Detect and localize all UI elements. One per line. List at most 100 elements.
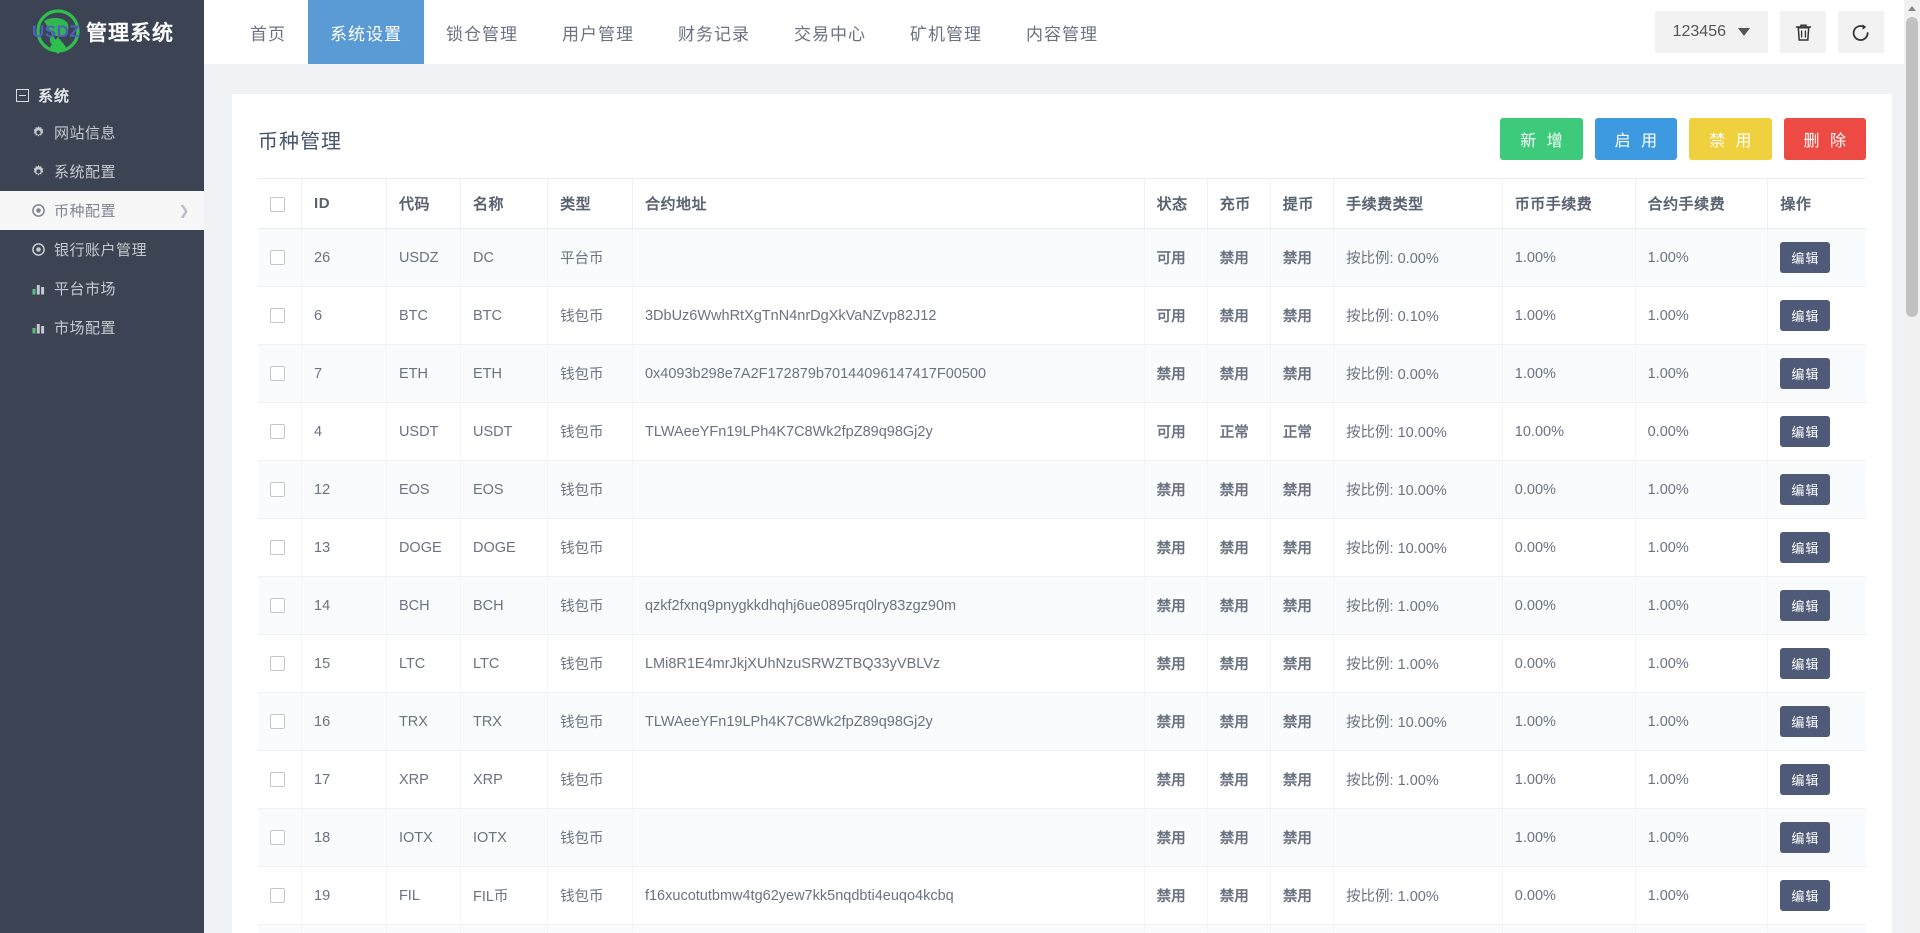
column-header-deposit[interactable]: 充币 [1207, 178, 1271, 229]
edit-button[interactable]: 编辑 [1780, 358, 1831, 389]
column-header-fee-type[interactable]: 手续费类型 [1333, 178, 1503, 229]
nav-item-user-management[interactable]: 用户管理 [540, 0, 656, 64]
nav-item-lock-management[interactable]: 锁仓管理 [424, 0, 540, 64]
cell-addr [632, 750, 1145, 809]
nav-item-content-management[interactable]: 内容管理 [1004, 0, 1120, 64]
table-row[interactable]: 12 EOS EOS 钱包币 禁用 禁用 禁用 按比例: 10.00% 0.00% 1.00% 编辑 [258, 460, 1866, 519]
cell-kf: 1.00% [1635, 344, 1769, 403]
edit-button[interactable]: 编辑 [1780, 474, 1831, 505]
table-row[interactable]: 20SHIBSHIB钱包币禁用禁用禁用按比例: 5.00%0.00%1.00%编… [258, 924, 1866, 933]
column-header-operation[interactable]: 操作 [1767, 178, 1866, 229]
nav-item-miner-management[interactable]: 矿机管理 [888, 0, 1004, 64]
logout-button[interactable] [1838, 11, 1884, 53]
column-header-id[interactable]: ID [301, 178, 387, 229]
cell-kf: 1.00% [1635, 866, 1769, 925]
row-operation-cell: 编辑 [1767, 344, 1866, 403]
cell-name: DOGE [460, 518, 549, 577]
add-button[interactable]: 新 增 [1500, 118, 1583, 160]
sidebar-item-system-config[interactable]: 系统配置 [0, 152, 204, 191]
row-checkbox[interactable] [270, 250, 285, 266]
edit-button[interactable]: 编辑 [1780, 706, 1831, 737]
column-header-type[interactable]: 类型 [547, 178, 633, 229]
column-header-address[interactable]: 合约地址 [632, 178, 1145, 229]
cell-id: 14 [301, 576, 387, 635]
delete-button[interactable]: 删 除 [1783, 118, 1866, 160]
column-header-contract-fee[interactable]: 合约手续费 [1635, 178, 1769, 229]
row-checkbox[interactable] [270, 830, 285, 846]
nav-item-system-settings[interactable]: 系统设置 [308, 0, 424, 64]
edit-button[interactable]: 编辑 [1780, 532, 1831, 563]
sidebar-item-website-info[interactable]: 网站信息 [0, 113, 204, 152]
cell-ft: 按比例: 0.00% [1333, 344, 1503, 403]
nav-item-financial-records[interactable]: 财务记录 [656, 0, 772, 64]
row-checkbox[interactable] [270, 424, 285, 440]
cell-cf: 1.00% [1502, 286, 1636, 345]
brand-logo-area[interactable]: USDZ 管理系统 [0, 0, 204, 64]
sidebar-item-bank-account-management[interactable]: 银行账户管理 [0, 230, 204, 269]
cell-code: LTC [386, 634, 461, 693]
edit-button[interactable]: 编辑 [1780, 416, 1831, 447]
scroll-thumb[interactable] [1906, 17, 1918, 317]
column-header-code[interactable]: 代码 [386, 178, 461, 229]
row-checkbox[interactable] [270, 366, 285, 382]
edit-button[interactable]: 编辑 [1780, 300, 1831, 331]
column-header-status[interactable]: 状态 [1144, 178, 1208, 229]
row-checkbox[interactable] [270, 714, 285, 730]
sidebar-item-platform-market[interactable]: 平台市场 [0, 269, 204, 308]
scroll-up-arrow-icon[interactable] [1904, 0, 1920, 16]
select-all-checkbox[interactable] [270, 196, 285, 212]
table-row[interactable]: 14 BCH BCH 钱包币 qzkf2fxnq9pnygkkdhqhj6ue0895r… [258, 576, 1866, 635]
table-row[interactable]: 26 USDZ DC 平台币 可用 禁用 禁用 按比例: 0.00% 1.00% 1.00% 编辑 [258, 228, 1866, 287]
cell-cf: 0.00% [1502, 576, 1636, 635]
column-header-withdraw[interactable]: 提币 [1270, 178, 1335, 229]
table-row[interactable]: 18 IOTX IOTX 钱包币 禁用 禁用 禁用 1.00% 1.00% 编辑 [258, 808, 1866, 867]
row-checkbox[interactable] [270, 656, 285, 672]
table-row[interactable]: 15 LTC LTC 钱包币 LMi8R1E4mrJkjXUhNzuSRWZTBQ33y… [258, 634, 1866, 693]
sidebar-group-system[interactable]: 系统 [0, 78, 204, 113]
row-select-cell [258, 808, 303, 867]
edit-button[interactable]: 编辑 [1780, 242, 1831, 273]
sidebar-item-market-config[interactable]: 市场配置 [0, 308, 204, 347]
column-header-name[interactable]: 名称 [460, 178, 549, 229]
table-row[interactable]: 4 USDT USDT 钱包币 TLWAeeYFn19LPh4K7C8Wk2fpZ89q… [258, 402, 1866, 461]
cell-kf: 0.00% [1635, 402, 1769, 461]
disable-button[interactable]: 禁 用 [1689, 118, 1772, 160]
account-dropdown-button[interactable]: 123456 [1654, 11, 1768, 53]
table-row[interactable]: 16 TRX TRX 钱包币 TLWAeeYFn19LPh4K7C8Wk2fpZ89q9… [258, 692, 1866, 751]
edit-button[interactable]: 编辑 [1780, 822, 1831, 853]
edit-button[interactable]: 编辑 [1780, 590, 1831, 621]
row-checkbox[interactable] [270, 598, 285, 614]
page-scrollbar[interactable] [1904, 0, 1920, 933]
enable-button[interactable]: 启 用 [1594, 118, 1678, 160]
row-operation-cell: 编辑 [1767, 518, 1866, 577]
row-checkbox[interactable] [270, 540, 285, 556]
table-row[interactable]: 13 DOGE DOGE 钱包币 禁用 禁用 禁用 按比例: 10.00% 0.00% 1.00%… [258, 518, 1866, 577]
table-row[interactable]: 19 FIL FIL币 钱包币 f16xucotutbmw4tg62yew7kk5nqd… [258, 866, 1866, 925]
row-checkbox[interactable] [270, 888, 285, 904]
table-row[interactable]: 7 ETH ETH 钱包币 0x4093b298e7A2F172879b70144096… [258, 344, 1866, 403]
cell-wd: 禁用 [1270, 866, 1335, 925]
cell-ft: 按比例: 10.00% [1333, 402, 1503, 461]
table-header: ID 代码 名称 类型 合约地址 状态 充币 提币 手续费类型 币币手续费 合约… [258, 178, 1866, 229]
row-checkbox[interactable] [270, 308, 285, 324]
edit-button[interactable]: 编辑 [1780, 764, 1831, 795]
sidebar-item-currency-config[interactable]: 币种配置 ❯ [0, 191, 204, 230]
nav-item-home[interactable]: 首页 [228, 0, 308, 64]
edit-button[interactable]: 编辑 [1780, 648, 1831, 679]
column-header-coin-fee[interactable]: 币币手续费 [1502, 178, 1636, 229]
nav-item-trading-center[interactable]: 交易中心 [772, 0, 888, 64]
row-checkbox[interactable] [270, 482, 285, 498]
table-row[interactable]: 17 XRP XRP 钱包币 禁用 禁用 禁用 按比例: 1.00% 1.00% 1.00% 编辑 [258, 750, 1866, 809]
edit-button[interactable]: 编辑 [1780, 880, 1831, 911]
table-row[interactable]: 6 BTC BTC 钱包币 3DbUz6WwhRtXgTnN4nrDgXkVaNZvp8… [258, 286, 1866, 345]
cell-id: 13 [301, 518, 387, 577]
cell-wd: 禁用 [1270, 576, 1335, 635]
cell-wd: 禁用 [1270, 228, 1335, 287]
clear-cache-button[interactable] [1780, 11, 1826, 53]
cell-name: ETH [460, 344, 549, 403]
cell-cf: 0.00% [1502, 460, 1636, 519]
cell-name: FIL币 [460, 866, 549, 925]
sidebar: 系统 网站信息 系统配置 币种配置 ❯ 银行账户管理 平台市场 市场配置 [0, 64, 204, 933]
row-checkbox[interactable] [270, 772, 285, 788]
cell-dep: 禁用 [1207, 460, 1271, 519]
